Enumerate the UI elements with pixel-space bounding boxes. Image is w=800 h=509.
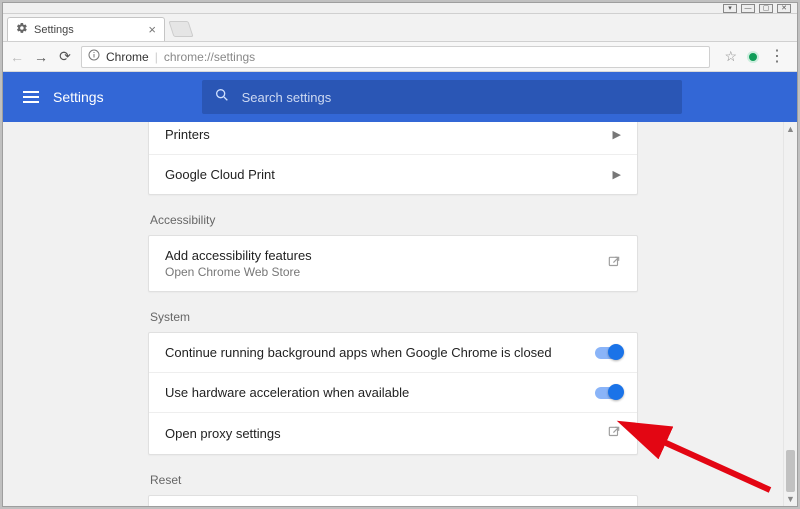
- settings-title: Settings: [53, 89, 104, 105]
- section-heading-system: System: [148, 310, 638, 324]
- nav-toolbar: ← → ⟳ Chrome | chrome://settings ☆ ⋮: [3, 42, 797, 72]
- close-tab-icon[interactable]: ×: [148, 22, 156, 37]
- row-label: Add accessibility features: [165, 248, 312, 263]
- row-reset[interactable]: Reset Restore settings to their original…: [149, 496, 637, 506]
- row-label: Google Cloud Print: [165, 167, 275, 182]
- tab-strip: Settings ×: [3, 14, 797, 42]
- vertical-scrollbar[interactable]: ▲ ▼: [783, 122, 797, 506]
- row-proxy-settings[interactable]: Open proxy settings: [149, 412, 637, 454]
- scroll-up-icon[interactable]: ▲: [784, 122, 797, 136]
- extension-icon[interactable]: [747, 51, 759, 63]
- gear-icon: [16, 22, 28, 37]
- window-titlebar: ▾ — ▢ ✕: [3, 3, 797, 14]
- tab-settings[interactable]: Settings ×: [7, 17, 165, 41]
- row-label: Open proxy settings: [165, 426, 281, 441]
- back-icon[interactable]: ←: [9, 49, 25, 65]
- row-google-cloud-print[interactable]: Google Cloud Print ▶: [149, 154, 637, 194]
- reload-icon[interactable]: ⟳: [57, 49, 73, 65]
- minimize-button[interactable]: —: [741, 4, 755, 13]
- chevron-right-icon: ▶: [613, 168, 621, 181]
- section-heading-accessibility: Accessibility: [148, 213, 638, 227]
- toggle-background-apps[interactable]: [595, 347, 621, 359]
- system-card: Continue running background apps when Go…: [148, 332, 638, 455]
- row-label: Use hardware acceleration when available: [165, 385, 409, 400]
- settings-search[interactable]: [202, 80, 682, 114]
- search-icon: [214, 87, 230, 108]
- chrome-window: ▾ — ▢ ✕ Settings × ← → ⟳ Chrome | chrome…: [2, 2, 798, 507]
- external-link-icon: [607, 255, 621, 272]
- nav-right: ☆ ⋮: [718, 48, 791, 65]
- forward-icon[interactable]: →: [33, 49, 49, 65]
- row-label: Printers: [165, 127, 210, 142]
- chevron-right-icon: ▶: [613, 128, 621, 141]
- settings-header: Settings: [3, 72, 797, 122]
- omnibox-origin-label: Chrome: [106, 50, 149, 64]
- external-link-icon: [607, 425, 621, 442]
- row-add-accessibility[interactable]: Add accessibility features Open Chrome W…: [149, 236, 637, 291]
- scroll-thumb[interactable]: [786, 450, 795, 492]
- printing-card: Printers ▶ Google Cloud Print ▶: [148, 122, 638, 195]
- settings-content: Printers ▶ Google Cloud Print ▶ Accessib…: [3, 122, 797, 506]
- scroll-down-icon[interactable]: ▼: [784, 492, 797, 506]
- menu-hamburger-icon[interactable]: [23, 91, 39, 103]
- close-window-button[interactable]: ✕: [777, 4, 791, 13]
- row-hardware-accel[interactable]: Use hardware acceleration when available: [149, 372, 637, 412]
- new-tab-button[interactable]: [168, 21, 193, 37]
- tab-title: Settings: [34, 24, 74, 36]
- site-info-icon[interactable]: [88, 49, 100, 64]
- scroll-track[interactable]: [784, 136, 797, 492]
- row-label: Continue running background apps when Go…: [165, 345, 552, 360]
- section-heading-reset: Reset: [148, 473, 638, 487]
- reset-card: Reset Restore settings to their original…: [148, 495, 638, 506]
- omnibox[interactable]: Chrome | chrome://settings: [81, 46, 710, 68]
- row-background-apps[interactable]: Continue running background apps when Go…: [149, 333, 637, 372]
- row-sublabel: Open Chrome Web Store: [165, 265, 312, 279]
- search-input[interactable]: [242, 90, 670, 105]
- maximize-button[interactable]: ▢: [759, 4, 773, 13]
- row-printers[interactable]: Printers ▶: [149, 122, 637, 154]
- omnibox-url: chrome://settings: [164, 50, 255, 64]
- toggle-hardware-accel[interactable]: [595, 387, 621, 399]
- accessibility-card: Add accessibility features Open Chrome W…: [148, 235, 638, 292]
- bookmark-star-icon[interactable]: ☆: [724, 48, 737, 65]
- account-button[interactable]: ▾: [723, 4, 737, 13]
